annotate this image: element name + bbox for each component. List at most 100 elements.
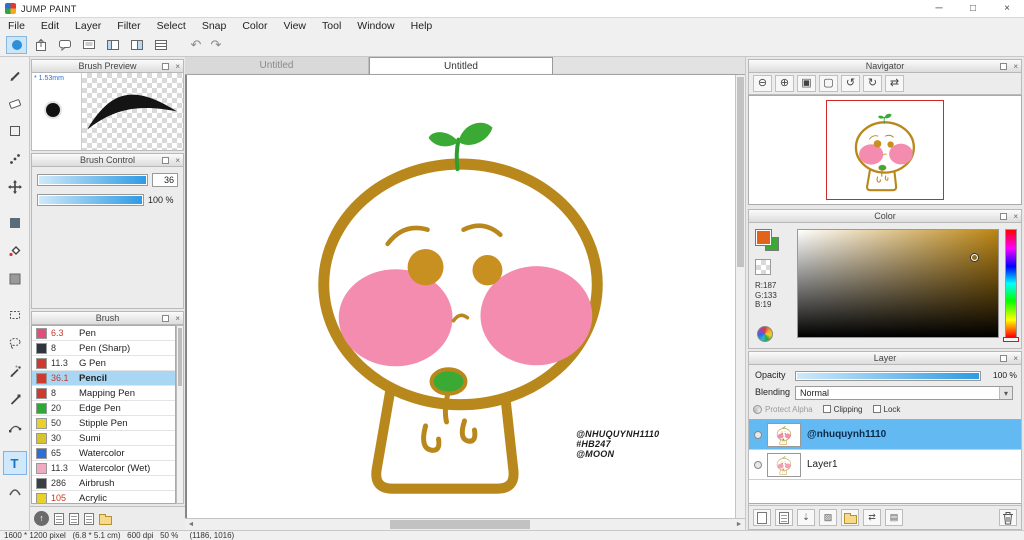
color-popout-icon[interactable] (1000, 213, 1007, 220)
new-brush-button[interactable] (54, 512, 64, 525)
navigator-view-rect[interactable] (826, 100, 944, 200)
undo-button[interactable]: ↶ (186, 37, 206, 53)
fill-tool[interactable] (3, 239, 27, 263)
menu-select[interactable]: Select (149, 18, 194, 34)
flip-view-button[interactable]: ⇄ (885, 75, 904, 92)
tab-untitled-2[interactable]: Untitled (369, 57, 553, 74)
brush-control-close-icon[interactable]: × (175, 155, 180, 166)
brush-item[interactable]: 11.3 G Pen (32, 356, 175, 371)
eraser-tool[interactable] (3, 91, 27, 115)
saturation-value-picker[interactable] (797, 229, 999, 338)
lock-checkbox[interactable]: Lock (872, 405, 900, 414)
brush-item[interactable]: 20 Edge Pen (32, 401, 175, 416)
brush-item[interactable]: 65 Watercolor (32, 446, 175, 461)
rotate-left-button[interactable]: ↺ (841, 75, 860, 92)
shape-tool[interactable] (3, 119, 27, 143)
layer-folder-button[interactable] (841, 509, 859, 526)
navigator-close-icon[interactable]: × (1013, 61, 1018, 72)
control-point-tool[interactable] (3, 415, 27, 439)
brush-tool[interactable] (3, 63, 27, 87)
minimize-button[interactable]: ─ (922, 0, 956, 18)
move-tool[interactable] (3, 175, 27, 199)
hue-marker[interactable] (1003, 337, 1019, 342)
gradient-tool[interactable] (3, 267, 27, 291)
brush-panel-popout-icon[interactable] (162, 315, 169, 322)
hscroll-thumb[interactable] (390, 520, 530, 529)
brush-preview-popout-icon[interactable] (162, 63, 169, 70)
protect-alpha-checkbox[interactable]: Protect Alpha (753, 405, 813, 414)
layer-popout-icon[interactable] (1000, 355, 1007, 362)
brush-item[interactable]: 8 Mapping Pen (32, 386, 175, 401)
brush-item[interactable]: 30 Sumi (32, 431, 175, 446)
pen-tool[interactable] (3, 387, 27, 411)
maximize-button[interactable]: □ (956, 0, 990, 18)
brush-item[interactable]: 50 Stipple Pen (32, 416, 175, 431)
marquee-select-tool[interactable] (3, 303, 27, 327)
panel-layout-button-2[interactable] (126, 36, 147, 54)
edit-brush-button[interactable] (69, 512, 79, 525)
new-layer-button[interactable] (753, 509, 771, 526)
clipping-checkbox[interactable]: Clipping (822, 405, 863, 414)
menu-tool[interactable]: Tool (314, 18, 349, 34)
color-picker-cursor[interactable] (971, 253, 978, 261)
brush-item[interactable]: 105 Acrylic (32, 491, 175, 503)
lasso-tool[interactable] (3, 331, 27, 355)
brush-panel-close-icon[interactable]: × (175, 313, 180, 324)
delete-layer-button[interactable] (999, 509, 1017, 526)
transparent-color-swatch[interactable] (755, 259, 771, 275)
menu-file[interactable]: File (0, 18, 33, 34)
tab-untitled-1[interactable]: Untitled (185, 57, 369, 74)
pattern-layer-button[interactable]: ▨ (819, 509, 837, 526)
text-tool[interactable]: T (2, 451, 27, 475)
menu-view[interactable]: View (275, 18, 314, 34)
palette-icon[interactable] (757, 326, 773, 342)
blending-select[interactable]: Normal ▾ (795, 386, 1013, 400)
brush-size-value[interactable]: 36 (152, 173, 178, 187)
layer-visibility-toggle[interactable] (749, 460, 767, 469)
layer-row-selected[interactable]: @nhuquynh1110 (749, 420, 1021, 450)
brush-item[interactable]: 11.3 Watercolor (Wet) (32, 461, 175, 476)
menu-layer[interactable]: Layer (67, 18, 109, 34)
navigator-popout-icon[interactable] (1000, 63, 1007, 70)
brush-list-button[interactable] (84, 512, 94, 525)
zoom-in-button[interactable]: ⊕ (775, 75, 794, 92)
canvas-horizontal-scrollbar[interactable]: ◄ ► (185, 518, 745, 530)
selection-tool[interactable] (3, 211, 27, 235)
brush-list-scrollbar[interactable] (176, 325, 184, 504)
magic-wand-tool[interactable] (3, 359, 27, 383)
brush-mode-button[interactable] (6, 36, 27, 54)
scroll-right-icon[interactable]: ► (733, 521, 745, 528)
curve-tool[interactable] (3, 479, 27, 503)
fit-view-button[interactable]: ▣ (797, 75, 816, 92)
brush-folder-button[interactable] (99, 513, 112, 525)
menu-edit[interactable]: Edit (33, 18, 67, 34)
color-close-icon[interactable]: × (1013, 211, 1018, 222)
brush-item[interactable]: 8 Pen (Sharp) (32, 341, 175, 356)
menu-color[interactable]: Color (234, 18, 275, 34)
redo-button[interactable]: ↷ (206, 37, 226, 53)
menu-filter[interactable]: Filter (109, 18, 148, 34)
comment-button[interactable] (54, 36, 75, 54)
rotate-right-button[interactable]: ↻ (863, 75, 882, 92)
menu-window[interactable]: Window (349, 18, 402, 34)
brush-control-popout-icon[interactable] (162, 157, 169, 164)
canvas-vertical-scrollbar[interactable] (735, 75, 745, 518)
canvas-page[interactable]: @NHUQUYNH1110 #HB247 @MOON (187, 75, 735, 518)
chevron-down-icon[interactable]: ▾ (999, 387, 1012, 399)
note-button[interactable] (78, 36, 99, 54)
brush-item[interactable]: 286 Airbrush (32, 476, 175, 491)
layer-row[interactable]: Layer1 (749, 450, 1021, 480)
panel-layout-button-1[interactable] (102, 36, 123, 54)
scroll-left-icon[interactable]: ◄ (185, 521, 197, 528)
brush-opacity-slider[interactable] (37, 194, 144, 206)
layer-close-icon[interactable]: × (1013, 353, 1018, 364)
actual-size-button[interactable]: ▢ (819, 75, 838, 92)
brush-size-slider[interactable] (37, 174, 148, 186)
upload-brush-button[interactable]: ↑ (34, 511, 49, 526)
hue-bar[interactable] (1005, 229, 1017, 338)
layer-visibility-toggle[interactable] (749, 430, 767, 439)
duplicate-layer-button[interactable] (775, 509, 793, 526)
close-button[interactable]: × (990, 0, 1024, 18)
menu-help[interactable]: Help (403, 18, 441, 34)
brush-item-selected[interactable]: 36.1 Pencil (32, 371, 175, 386)
